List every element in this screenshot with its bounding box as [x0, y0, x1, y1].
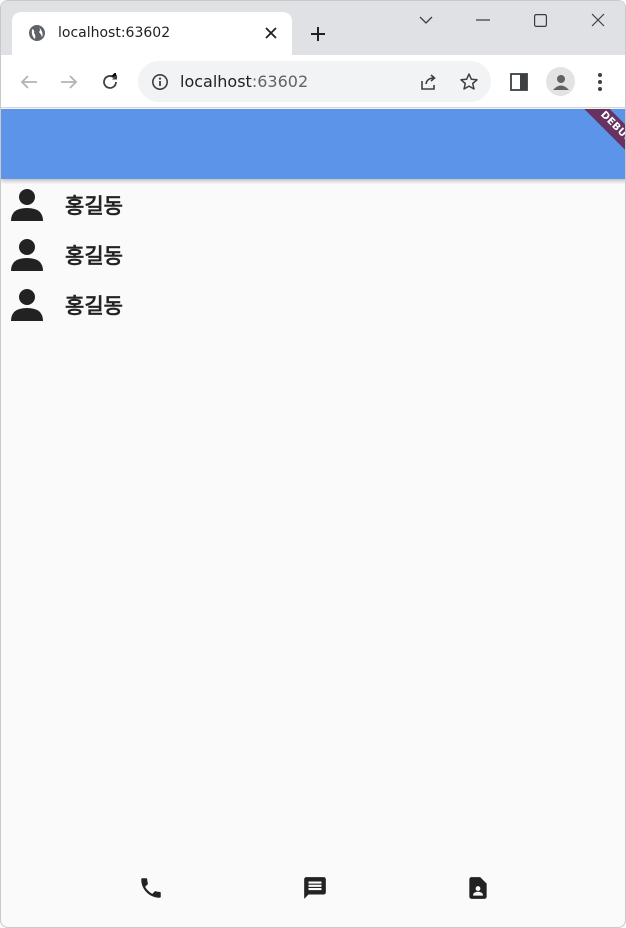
close-window-icon[interactable]: [583, 7, 613, 33]
tab-strip: localhost:63602: [1, 1, 625, 55]
reload-icon[interactable]: [96, 68, 124, 96]
list-item[interactable]: 홍길동: [1, 231, 625, 281]
browser-tab[interactable]: localhost:63602: [12, 12, 292, 55]
contact-list: 홍길동 홍길동 홍길동: [1, 181, 625, 331]
list-item[interactable]: 홍길동: [1, 281, 625, 331]
message-icon[interactable]: [300, 873, 330, 903]
tab-title: localhost:63602: [58, 25, 171, 41]
contact-name: 홍길동: [65, 194, 123, 218]
person-icon: [9, 236, 45, 272]
phone-icon[interactable]: [136, 873, 166, 903]
new-tab-icon[interactable]: [305, 21, 331, 47]
contact-name: 홍길동: [65, 294, 123, 318]
debug-banner: DEBUG: [570, 109, 625, 174]
url-text: localhost:63602: [180, 72, 309, 91]
person-icon: [9, 286, 45, 322]
app-bar: DEBUG: [1, 109, 625, 179]
list-item[interactable]: 홍길동: [1, 181, 625, 231]
contact-card-icon[interactable]: [463, 873, 493, 903]
bottom-navigation: [1, 863, 625, 913]
maximize-icon[interactable]: [525, 7, 555, 33]
forward-arrow-icon[interactable]: [55, 68, 83, 96]
globe-icon: [28, 24, 46, 42]
back-arrow-icon[interactable]: [15, 68, 43, 96]
menu-kebab-icon[interactable]: [586, 68, 614, 96]
browser-window: localhost:63602 localhost:63602 DEBUG 홍길…: [0, 0, 626, 928]
close-tab-icon[interactable]: [261, 23, 281, 43]
contact-name: 홍길동: [65, 244, 123, 268]
share-icon[interactable]: [418, 71, 440, 93]
minimize-icon[interactable]: [468, 7, 498, 33]
bookmark-star-icon[interactable]: [458, 71, 480, 93]
person-icon: [9, 186, 45, 222]
chevron-down-icon[interactable]: [411, 7, 441, 33]
info-icon[interactable]: [151, 73, 169, 91]
browser-toolbar: localhost:63602: [1, 55, 625, 108]
profile-avatar-icon[interactable]: [546, 67, 575, 96]
side-panel-icon[interactable]: [505, 68, 533, 96]
address-bar[interactable]: localhost:63602: [138, 61, 491, 102]
